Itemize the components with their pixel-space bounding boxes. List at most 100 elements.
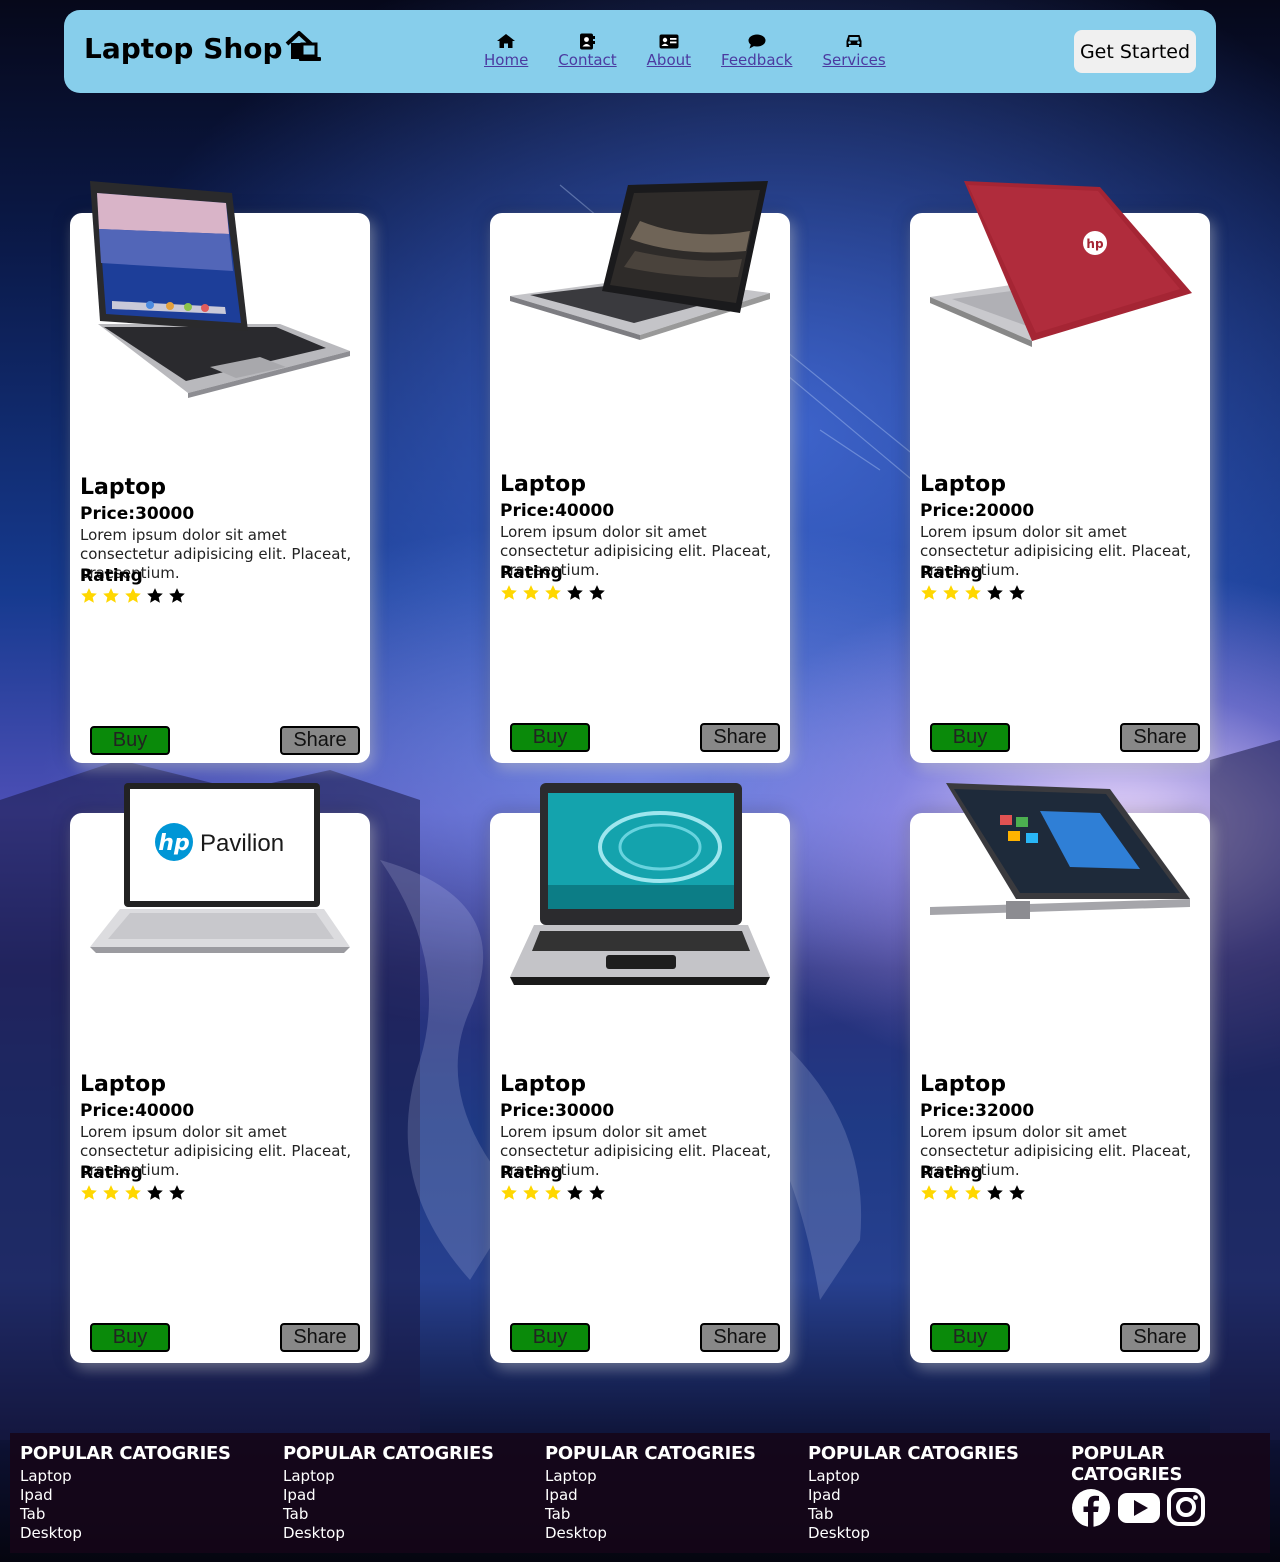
star-filled-icon [965,1185,981,1200]
instagram-icon[interactable] [1167,1488,1205,1532]
product-title: Laptop [500,472,586,497]
star-filled-icon [943,1185,959,1200]
get-started-button[interactable]: Get Started [1074,30,1196,73]
footer-link-ipad[interactable]: Ipad [545,1486,756,1505]
rating-label: Rating [920,563,983,583]
star-empty-icon [1009,1185,1025,1200]
share-button[interactable]: Share [280,1323,360,1352]
star-filled-icon [125,1185,141,1200]
red-hp-laptop-image: hp [930,181,1192,409]
footer-link-laptop[interactable]: Laptop [20,1467,231,1486]
nav-services-label: Services [822,51,886,69]
share-button[interactable]: Share [700,723,780,752]
home-icon [496,32,516,50]
nav-links: Home Contact About Feedback Services [484,32,916,69]
star-filled-icon [545,585,561,600]
youtube-icon[interactable] [1117,1488,1161,1532]
screen-text: Pavilion [200,830,284,857]
star-rating [500,1184,610,1202]
footer-link-ipad[interactable]: Ipad [283,1486,494,1505]
footer-column: POPULAR CATOGRIES Laptop Ipad Tab Deskto… [808,1443,1019,1543]
brand-name: Laptop Shop [84,32,283,65]
product-price: Price:40000 [80,1101,195,1121]
product-title: Laptop [920,472,1006,497]
nav-contact-label: Contact [558,51,617,69]
product-title: Laptop [500,1072,586,1097]
product-title: Laptop [80,475,166,500]
footer-link-laptop[interactable]: Laptop [545,1467,756,1486]
footer-heading: POPULAR CATOGRIES [20,1443,231,1464]
star-empty-icon [169,588,185,603]
footer-column: POPULAR CATOGRIES Laptop Ipad Tab Deskto… [20,1443,231,1543]
product-card: Laptop Price:30000 Lorem ipsum dolor sit… [70,181,370,763]
svg-text:hp: hp [158,831,189,856]
share-button[interactable]: Share [700,1323,780,1352]
buy-button[interactable]: Buy [90,726,170,755]
nav-home-label: Home [484,51,529,69]
star-empty-icon [1009,585,1025,600]
star-empty-icon [147,1185,163,1200]
social-links [1071,1488,1270,1532]
brand-logo[interactable]: Laptop Shop [84,30,323,71]
footer-link-tab[interactable]: Tab [20,1505,231,1524]
star-empty-icon [567,1185,583,1200]
footer-link-desktop[interactable]: Desktop [283,1524,494,1543]
nav-home[interactable]: Home [484,32,528,69]
car-icon [845,32,863,50]
nav-contact[interactable]: Contact [558,32,617,69]
product-card: Laptop Price:40000 Lorem ipsum dolor sit… [490,181,790,763]
footer-link-laptop[interactable]: Laptop [283,1467,494,1486]
star-filled-icon [125,588,141,603]
buy-button[interactable]: Buy [510,723,590,752]
product-card: hp Pavilion Laptop Price:40000 Lorem ips… [70,783,370,1363]
silver-laptop-image [90,181,352,409]
product-price: Price:40000 [500,501,615,521]
navbar: Laptop Shop Home Contact About Feedback … [64,10,1216,93]
share-button[interactable]: Share [1120,723,1200,752]
product-price: Price:30000 [500,1101,615,1121]
nav-services[interactable]: Services [822,32,886,69]
facebook-icon[interactable] [1071,1488,1111,1532]
nav-about-label: About [646,51,692,69]
star-filled-icon [501,585,517,600]
buy-button[interactable]: Buy [930,723,1010,752]
star-filled-icon [501,1185,517,1200]
footer-link-desktop[interactable]: Desktop [20,1524,231,1543]
nav-feedback-label: Feedback [721,51,793,69]
nav-feedback[interactable]: Feedback [721,32,792,69]
hp-x360-laptop-image [930,781,1192,1009]
star-filled-icon [921,585,937,600]
product-price: Price:32000 [920,1101,1035,1121]
buy-button[interactable]: Buy [930,1323,1010,1352]
hp-pavilion-image: hp Pavilion [90,781,352,1009]
footer-link-desktop[interactable]: Desktop [808,1524,1019,1543]
product-price: Price:30000 [80,504,195,524]
star-empty-icon [987,585,1003,600]
footer-heading: POPULAR CATOGRIES [545,1443,756,1464]
home-laptop-icon [285,30,323,71]
id-card-icon [659,32,679,50]
nav-about[interactable]: About [647,32,691,69]
product-card: Laptop Price:32000 Lorem ipsum dolor sit… [910,783,1210,1363]
star-filled-icon [545,1185,561,1200]
footer-link-tab[interactable]: Tab [545,1505,756,1524]
address-book-icon [579,32,596,50]
buy-button[interactable]: Buy [90,1323,170,1352]
buy-button[interactable]: Buy [510,1323,590,1352]
footer-link-desktop[interactable]: Desktop [545,1524,756,1543]
hp-classic-laptop-image [510,781,772,1009]
share-button[interactable]: Share [280,726,360,755]
star-rating [920,1184,1030,1202]
footer-heading: POPULAR CATOGRIES [808,1443,1019,1464]
footer-link-ipad[interactable]: Ipad [808,1486,1019,1505]
star-filled-icon [921,1185,937,1200]
product-title: Laptop [920,1072,1006,1097]
star-filled-icon [965,585,981,600]
footer-link-tab[interactable]: Tab [808,1505,1019,1524]
star-empty-icon [567,585,583,600]
star-rating [920,584,1030,602]
footer-link-tab[interactable]: Tab [283,1505,494,1524]
share-button[interactable]: Share [1120,1323,1200,1352]
footer-link-laptop[interactable]: Laptop [808,1467,1019,1486]
footer-link-ipad[interactable]: Ipad [20,1486,231,1505]
